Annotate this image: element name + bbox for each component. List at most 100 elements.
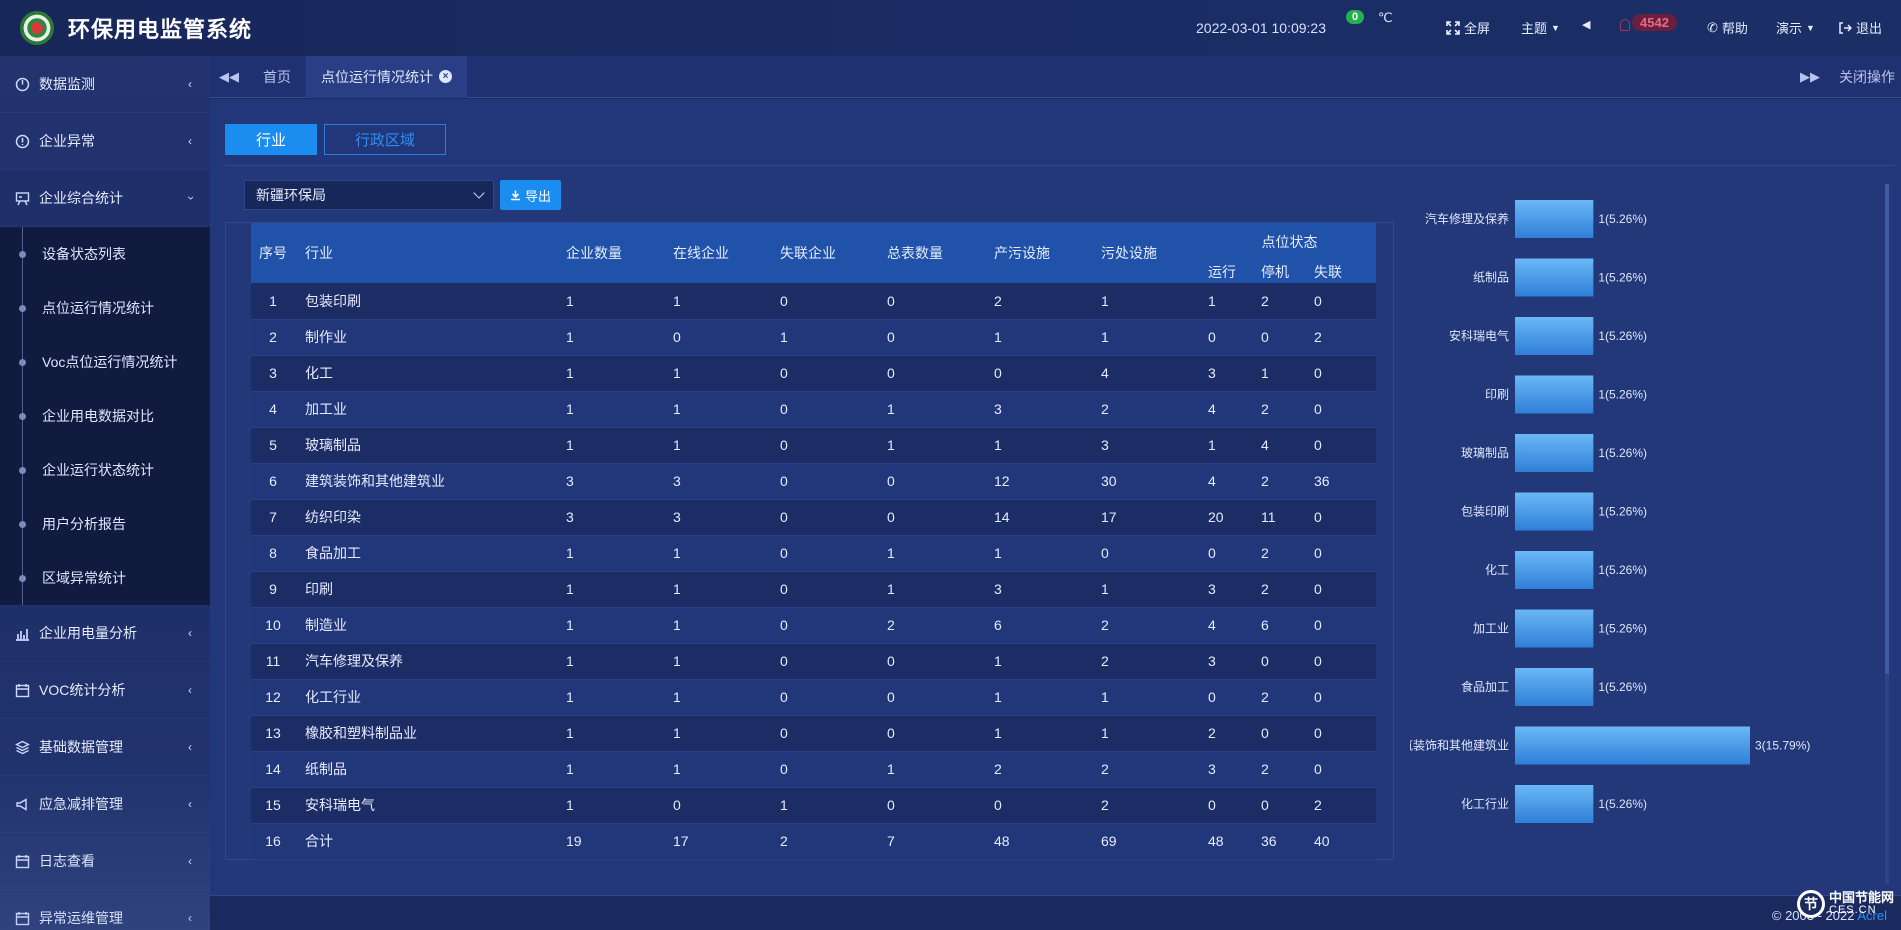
submenu-item-run-status[interactable]: 企业运行状态统计 — [0, 443, 210, 497]
chart-bar[interactable] — [1515, 551, 1594, 589]
cell-index: 5 — [251, 427, 295, 464]
demo-dropdown[interactable]: 演示 ▼ — [1776, 18, 1815, 37]
chart-bar[interactable] — [1515, 785, 1594, 823]
table-row: 4 加工业 1 1 0 1 3 2 4 2 0 — [251, 391, 1377, 428]
cell-value: 1 — [882, 535, 989, 572]
cell-value: 0 — [1096, 535, 1203, 572]
header-index: 序号 — [251, 223, 295, 283]
tab-scroll-right[interactable]: ▶▶ — [1791, 56, 1829, 98]
chart-bar[interactable] — [1515, 434, 1594, 472]
tab-home[interactable]: 首页 — [248, 56, 306, 98]
cell-value: 1 — [882, 427, 989, 464]
sidebar-item-logs[interactable]: 日志查看 ‹ — [0, 833, 210, 890]
cell-index: 15 — [251, 787, 295, 824]
bell-icon[interactable] — [1620, 19, 1630, 31]
segment-region[interactable]: 行政区域 — [324, 124, 446, 155]
chart-bar[interactable] — [1515, 609, 1594, 648]
cell-value: 69 — [1096, 823, 1203, 860]
submenu-item-voc-point-stats[interactable]: Voc点位运行情况统计 — [0, 335, 210, 389]
help-button[interactable]: ✆ 帮助 — [1707, 18, 1748, 37]
system-title: 环保用电监管系统 — [68, 17, 253, 42]
chart-value-label: 1(5.26%) — [1598, 563, 1647, 577]
logout-button[interactable]: 退出 — [1838, 18, 1882, 37]
system-logo — [20, 11, 54, 45]
cell-industry: 制作业 — [295, 319, 561, 356]
sidebar-item-enterprise-stats[interactable]: 企业综合统计 ‹ — [0, 170, 210, 227]
close-icon[interactable]: × — [439, 70, 452, 83]
cell-index: 13 — [251, 715, 295, 752]
chart-bar[interactable] — [1515, 726, 1750, 765]
cell-value: 4 — [1096, 355, 1203, 392]
cell-value: 0 — [989, 787, 1096, 824]
tab-point-stats[interactable]: 点位运行情况统计 × — [306, 55, 467, 98]
cell-value: 0 — [775, 607, 882, 644]
cell-value: 6 — [989, 607, 1096, 644]
cell-value: 2 — [1096, 643, 1203, 680]
cell-value: 0 — [1203, 787, 1256, 824]
alarm-count-badge[interactable]: 4542 — [1632, 14, 1677, 31]
cell-value: 1 — [882, 751, 989, 788]
org-select[interactable]: 新疆环保局 — [244, 180, 494, 210]
submenu-item-region-anomaly[interactable]: 区域异常统计 — [0, 551, 210, 605]
cell-value: 2 — [1096, 751, 1203, 788]
industry-stats-table: 序号 行业 企业数量 在线企业 失联企业 总表数量 产污设施 污处设施 点位状态… — [251, 223, 1377, 860]
sidebar-item-data-monitor[interactable]: 数据监测 ‹ — [0, 56, 210, 113]
panel-scrollbar-thumb[interactable] — [1885, 184, 1889, 674]
chart-category-label: 印刷 — [1485, 388, 1509, 402]
cell-value: 1 — [989, 643, 1096, 680]
sidebar-item-label: 基础数据管理 — [39, 739, 123, 755]
chart-bar[interactable] — [1515, 317, 1594, 355]
cell-index: 14 — [251, 751, 295, 788]
sidebar-item-power-analysis[interactable]: 企业用电量分析 ‹ — [0, 605, 210, 662]
submenu-item-power-compare[interactable]: 企业用电数据对比 — [0, 389, 210, 443]
sidebar-item-base-data[interactable]: 基础数据管理 ‹ — [0, 719, 210, 776]
cell-value: 1 — [561, 427, 668, 464]
cell-value: 7 — [882, 823, 989, 860]
submenu-item-device-status[interactable]: 设备状态列表 — [0, 227, 210, 281]
cell-value: 1 — [561, 607, 668, 644]
cell-value: 1 — [1256, 355, 1309, 392]
cell-industry: 加工业 — [295, 391, 561, 428]
header-online: 在线企业 — [668, 223, 775, 283]
sidebar-item-emergency[interactable]: 应急减排管理 ‹ — [0, 776, 210, 833]
close-operations-button[interactable]: 关闭操作 — [1829, 67, 1901, 87]
collapse-toggle[interactable]: ◀ — [1582, 18, 1590, 31]
table-row: 6 建筑装饰和其他建筑业 3 3 0 0 12 30 4 2 36 — [251, 463, 1377, 500]
submenu-item-point-stats[interactable]: 点位运行情况统计 — [0, 281, 210, 335]
chart-bar[interactable] — [1515, 200, 1594, 238]
cell-value: 40 — [1309, 823, 1377, 860]
sidebar-item-label: 企业综合统计 — [39, 190, 123, 206]
submenu-item-user-report[interactable]: 用户分析报告 — [0, 497, 210, 551]
sidebar-item-ops[interactable]: 异常运维管理 ‹ — [0, 890, 210, 930]
calendar-icon — [14, 682, 30, 698]
chevron-left-icon: ‹ — [188, 740, 192, 754]
chart-bar[interactable] — [1515, 492, 1594, 531]
chart-bar[interactable] — [1515, 258, 1594, 297]
chart-category-label: 汽车修理及保养 — [1425, 211, 1509, 226]
cell-value: 0 — [882, 355, 989, 392]
cell-value: 1 — [1096, 679, 1203, 716]
cell-value: 0 — [1309, 283, 1377, 320]
cell-industry: 安科瑞电气 — [295, 787, 561, 824]
cell-value: 2 — [775, 823, 882, 860]
theme-dropdown[interactable]: 主题 ▼ — [1521, 18, 1560, 37]
cell-value: 0 — [1309, 643, 1377, 680]
cell-value: 0 — [1309, 535, 1377, 572]
chart-bar[interactable] — [1515, 375, 1594, 414]
cell-value: 2 — [1256, 679, 1309, 716]
sidebar-item-enterprise-anomaly[interactable]: 企业异常 ‹ — [0, 113, 210, 170]
segment-industry[interactable]: 行业 — [225, 124, 317, 155]
tab-scroll-left[interactable]: ◀◀ — [210, 56, 248, 98]
chart-bar[interactable] — [1515, 668, 1594, 706]
cell-value: 17 — [668, 823, 775, 860]
cell-value: 1 — [1096, 319, 1203, 356]
cell-value: 20 — [1203, 499, 1256, 536]
cell-value: 0 — [882, 463, 989, 500]
table-row: 1 包装印刷 1 1 0 0 2 1 1 2 0 — [251, 283, 1377, 320]
cell-value: 1 — [1096, 715, 1203, 752]
export-button[interactable]: 导出 — [500, 180, 561, 210]
sidebar-item-voc-analysis[interactable]: VOC统计分析 ‹ — [0, 662, 210, 719]
cell-index: 4 — [251, 391, 295, 428]
chevron-down-icon — [473, 187, 485, 199]
fullscreen-button[interactable]: 全屏 — [1446, 18, 1490, 37]
